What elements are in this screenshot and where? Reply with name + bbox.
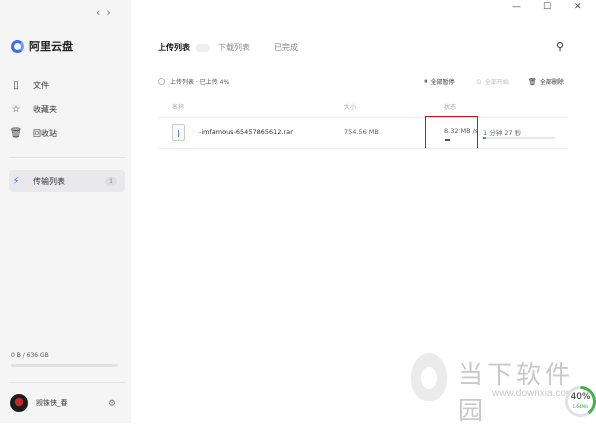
file-size: 754.56 MB bbox=[344, 128, 379, 136]
speed-percent: 40% bbox=[570, 392, 591, 402]
upload-progress-fill bbox=[483, 137, 486, 139]
upload-progress-bar bbox=[483, 137, 555, 139]
pause-all-label: 全部暂停 bbox=[430, 79, 455, 86]
table-divider bbox=[158, 148, 568, 149]
settings-icon[interactable]: ⚙ bbox=[108, 399, 116, 409]
speed-ring-inner: 40% 1.64M/s bbox=[568, 389, 593, 414]
start-all-button[interactable]: ⊙ 全部开始 bbox=[476, 77, 509, 87]
sidebar: ‹› 阿里云盘 ▯ 文件 ☆ 收藏夹 🗑 回收站 ⚡ 传输列表 1 0 B / … bbox=[0, 0, 131, 423]
sidebar-item-favorites[interactable]: ☆ 收藏夹 bbox=[9, 98, 125, 120]
tab-completed[interactable]: 已完成 bbox=[274, 42, 298, 53]
user-profile[interactable]: 觊铢侠_春 bbox=[10, 394, 68, 412]
file-icon bbox=[172, 124, 185, 141]
column-header-name: 名称 bbox=[172, 104, 185, 111]
sidebar-item-label: 收藏夹 bbox=[33, 104, 57, 114]
back-icon[interactable]: ‹ bbox=[96, 6, 106, 19]
sidebar-item-transfer-list[interactable]: ⚡ 传输列表 1 bbox=[9, 170, 125, 192]
time-remaining: 1 分钟 27 秒 bbox=[483, 129, 522, 137]
sidebar-divider bbox=[9, 382, 125, 383]
logo-icon bbox=[11, 39, 24, 53]
username: 觊铢侠_春 bbox=[36, 399, 68, 407]
delete-all-button[interactable]: 🗑 全部删除 bbox=[528, 77, 564, 87]
upload-summary: 上传列表 · 已上传 4% bbox=[158, 77, 229, 86]
nav-arrows: ‹› bbox=[96, 6, 117, 19]
maximize-icon[interactable]: ☐ bbox=[543, 2, 551, 12]
column-header-size: 大小 bbox=[344, 104, 357, 111]
avatar[interactable] bbox=[10, 394, 28, 412]
star-icon: ☆ bbox=[11, 103, 21, 115]
tab-upload-badge bbox=[196, 43, 210, 52]
start-all-label: 全部开始 bbox=[484, 79, 509, 86]
transfer-tabs: 上传列表 下载列表 已完成 bbox=[158, 42, 304, 53]
play-icon: ⊙ bbox=[476, 77, 482, 86]
column-header-status: 状态 bbox=[444, 104, 457, 111]
trash-icon: 🗑 bbox=[528, 77, 537, 86]
minimize-icon[interactable]: — bbox=[512, 2, 521, 12]
speed-value: 1.64M/s bbox=[572, 404, 589, 409]
sidebar-item-files[interactable]: ▯ 文件 bbox=[9, 74, 125, 96]
close-icon[interactable]: ✕ bbox=[574, 2, 582, 12]
trash-icon: 🗑 bbox=[9, 127, 23, 139]
sidebar-divider bbox=[9, 157, 125, 158]
speed-ring-widget[interactable]: 40% 1.64M/s bbox=[565, 386, 596, 417]
app-logo: 阿里云盘 bbox=[11, 38, 73, 54]
delete-all-label: 全部删除 bbox=[539, 79, 564, 86]
sidebar-item-label: 传输列表 bbox=[33, 176, 65, 186]
document-icon: ▯ bbox=[13, 79, 19, 91]
tab-upload[interactable]: 上传列表 bbox=[158, 42, 190, 53]
watermark-logo bbox=[411, 353, 447, 401]
summary-text: 上传列表 · 已上传 4% bbox=[170, 79, 230, 86]
lightning-icon: ⚡ bbox=[12, 175, 20, 187]
file-name: -imfamous-65457865612.rar bbox=[199, 128, 293, 136]
brand-name: 阿里云盘 bbox=[29, 40, 73, 53]
highlight-box bbox=[425, 116, 478, 149]
storage-usage-text: 0 B / 636 GB bbox=[11, 352, 49, 359]
storage-bar bbox=[11, 364, 118, 367]
sidebar-item-label: 文件 bbox=[33, 80, 49, 90]
sidebar-item-label: 回收站 bbox=[33, 128, 57, 138]
watermark-url: www.downxia.com bbox=[492, 388, 575, 399]
table-divider bbox=[158, 117, 568, 118]
transfer-count-badge: 1 bbox=[105, 176, 117, 186]
search-icon[interactable]: ⚲ bbox=[556, 40, 564, 53]
select-all-checkbox[interactable] bbox=[158, 78, 165, 85]
tab-download[interactable]: 下载列表 bbox=[218, 42, 250, 53]
pause-all-button[interactable]: ⏸ 全部暂停 bbox=[424, 77, 455, 86]
sidebar-item-trash[interactable]: 🗑 回收站 bbox=[9, 122, 125, 144]
forward-icon[interactable]: › bbox=[106, 6, 116, 19]
pause-icon: ⏸ bbox=[424, 77, 428, 85]
